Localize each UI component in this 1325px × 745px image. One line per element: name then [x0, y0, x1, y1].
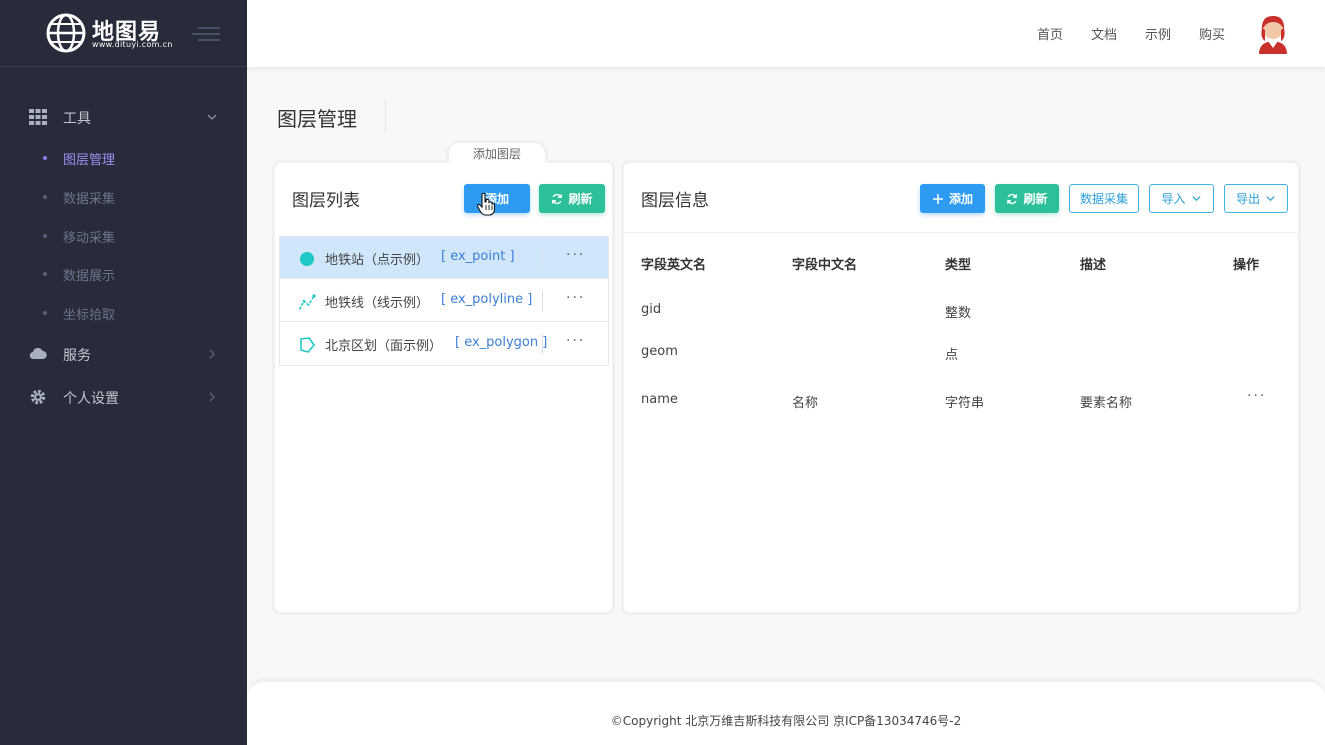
- sidebar-item-data-display[interactable]: 数据展示: [0, 261, 247, 287]
- gear-icon: [30, 389, 46, 405]
- field-type: 整数: [945, 306, 972, 321]
- nav-docs-link[interactable]: 文档: [1091, 24, 1117, 43]
- layer-more-icon[interactable]: ···: [566, 333, 585, 349]
- sidebar-item-layer-management[interactable]: 图层管理: [0, 145, 247, 171]
- field-en-name: gid: [641, 302, 662, 317]
- layer-more-icon[interactable]: ···: [566, 247, 585, 263]
- data-collection-button-label: 数据采集: [1079, 192, 1128, 206]
- add-field-button[interactable]: 添加: [920, 184, 985, 213]
- logo-area: 地图易 www.dituyi.com.cn: [0, 0, 247, 67]
- layer-list: 地铁站（点示例） [ ex_point ] ··· 地铁线（线示例） [ ex_…: [279, 236, 609, 366]
- chevron-down-icon: [1191, 196, 1201, 202]
- column-header-type: 类型: [945, 258, 972, 273]
- sidebar-item-label: 图层管理: [63, 153, 116, 168]
- nav-home-link[interactable]: 首页: [1037, 24, 1063, 43]
- import-dropdown-label: 导入: [1161, 192, 1186, 206]
- refresh-icon: [552, 193, 563, 204]
- layer-name: 地铁站（点示例）: [325, 253, 430, 268]
- layer-info-panel: [621, 160, 1301, 615]
- layer-row-ex-polygon[interactable]: 北京区划（面示例） [ ex_polygon ] ···: [280, 323, 608, 365]
- sidebar-item-coordinate-picker[interactable]: 坐标拾取: [0, 300, 247, 326]
- row-more-icon[interactable]: ···: [1247, 388, 1266, 404]
- sidebar-group-services[interactable]: 服务: [0, 339, 247, 369]
- field-description: 要素名称: [1080, 396, 1133, 411]
- sidebar-group-label: 个人设置: [63, 391, 119, 407]
- refresh-layers-button-label: 刷新: [568, 192, 593, 206]
- layer-list-title: 图层列表: [292, 191, 360, 211]
- sidebar-group-tools[interactable]: 工具: [0, 102, 247, 132]
- export-dropdown[interactable]: 导出: [1224, 184, 1288, 213]
- column-header-en-name: 字段英文名: [641, 258, 707, 273]
- chevron-right-icon: [209, 349, 215, 359]
- layer-code: [ ex_point ]: [441, 249, 515, 264]
- layer-more-icon[interactable]: ···: [566, 290, 585, 306]
- chevron-down-icon: [1266, 196, 1275, 202]
- layer-name: 北京区划（面示例）: [325, 339, 443, 354]
- polygon-icon: [300, 337, 316, 353]
- logo-url: www.dituyi.com.cn: [92, 40, 173, 49]
- sidebar: 地图易 www.dituyi.com.cn 工具 图层管理 数据采集 移动采集 …: [0, 0, 247, 745]
- layer-name: 地铁线（线示例）: [325, 296, 430, 311]
- refresh-fields-button[interactable]: 刷新: [995, 184, 1059, 213]
- title-divider: [385, 98, 386, 134]
- sidebar-item-label: 数据采集: [63, 192, 116, 207]
- layer-row-ex-polyline[interactable]: 地铁线（线示例） [ ex_polyline ] ···: [280, 280, 608, 322]
- sidebar-item-mobile-collection[interactable]: 移动采集: [0, 223, 247, 249]
- polyline-icon: [298, 294, 316, 310]
- layer-code: [ ex_polyline ]: [441, 292, 533, 307]
- sidebar-group-label: 工具: [63, 111, 91, 127]
- sidebar-group-label: 服务: [63, 348, 91, 364]
- sidebar-item-label: 数据展示: [63, 269, 116, 284]
- export-dropdown-label: 导出: [1235, 192, 1260, 206]
- sidebar-group-settings[interactable]: 个人设置: [0, 382, 247, 412]
- grid-icon: [29, 109, 47, 125]
- refresh-layers-button[interactable]: 刷新: [539, 184, 605, 213]
- top-header: 首页 文档 示例 购买: [247, 0, 1325, 67]
- plus-icon: [932, 193, 943, 204]
- field-type: 点: [945, 348, 959, 363]
- column-header-actions: 操作: [1233, 258, 1260, 273]
- footer: ©Copyright 北京万维吉斯科技有限公司 京ICP备13034746号-2: [247, 678, 1325, 745]
- layer-code: [ ex_polygon ]: [455, 335, 548, 350]
- page-title: 图层管理: [277, 107, 357, 131]
- layer-list-panel: [272, 160, 615, 615]
- chevron-right-icon: [209, 392, 215, 402]
- add-layer-button[interactable]: 添加: [464, 184, 530, 213]
- globe-logo-icon: [46, 13, 86, 53]
- layer-row-ex-point[interactable]: 地铁站（点示例） [ ex_point ] ···: [280, 237, 608, 279]
- field-en-name: name: [641, 392, 678, 407]
- field-cn-name: 名称: [792, 396, 819, 411]
- add-field-button-label: 添加: [948, 192, 973, 206]
- user-avatar[interactable]: [1253, 12, 1293, 54]
- menu-toggle-icon[interactable]: [192, 26, 220, 42]
- sidebar-item-label: 坐标拾取: [63, 308, 116, 323]
- chevron-down-icon: [207, 114, 217, 120]
- field-type: 字符串: [945, 396, 985, 411]
- import-dropdown[interactable]: 导入: [1149, 184, 1214, 213]
- nav-examples-link[interactable]: 示例: [1145, 24, 1171, 43]
- field-en-name: geom: [641, 344, 678, 359]
- hand-cursor-icon: [476, 192, 496, 216]
- copyright-text: ©Copyright 北京万维吉斯科技有限公司 京ICP备13034746号-2: [610, 714, 962, 728]
- point-icon: [300, 252, 314, 266]
- layer-info-title: 图层信息: [641, 191, 709, 211]
- refresh-fields-button-label: 刷新: [1023, 192, 1048, 206]
- refresh-icon: [1007, 193, 1018, 204]
- column-header-cn-name: 字段中文名: [792, 258, 858, 273]
- cloud-icon: [29, 347, 47, 360]
- sidebar-item-data-collection[interactable]: 数据采集: [0, 184, 247, 210]
- sidebar-item-label: 移动采集: [63, 231, 116, 246]
- data-collection-button[interactable]: 数据采集: [1069, 184, 1139, 213]
- nav-buy-link[interactable]: 购买: [1199, 24, 1225, 43]
- column-header-description: 描述: [1080, 258, 1107, 273]
